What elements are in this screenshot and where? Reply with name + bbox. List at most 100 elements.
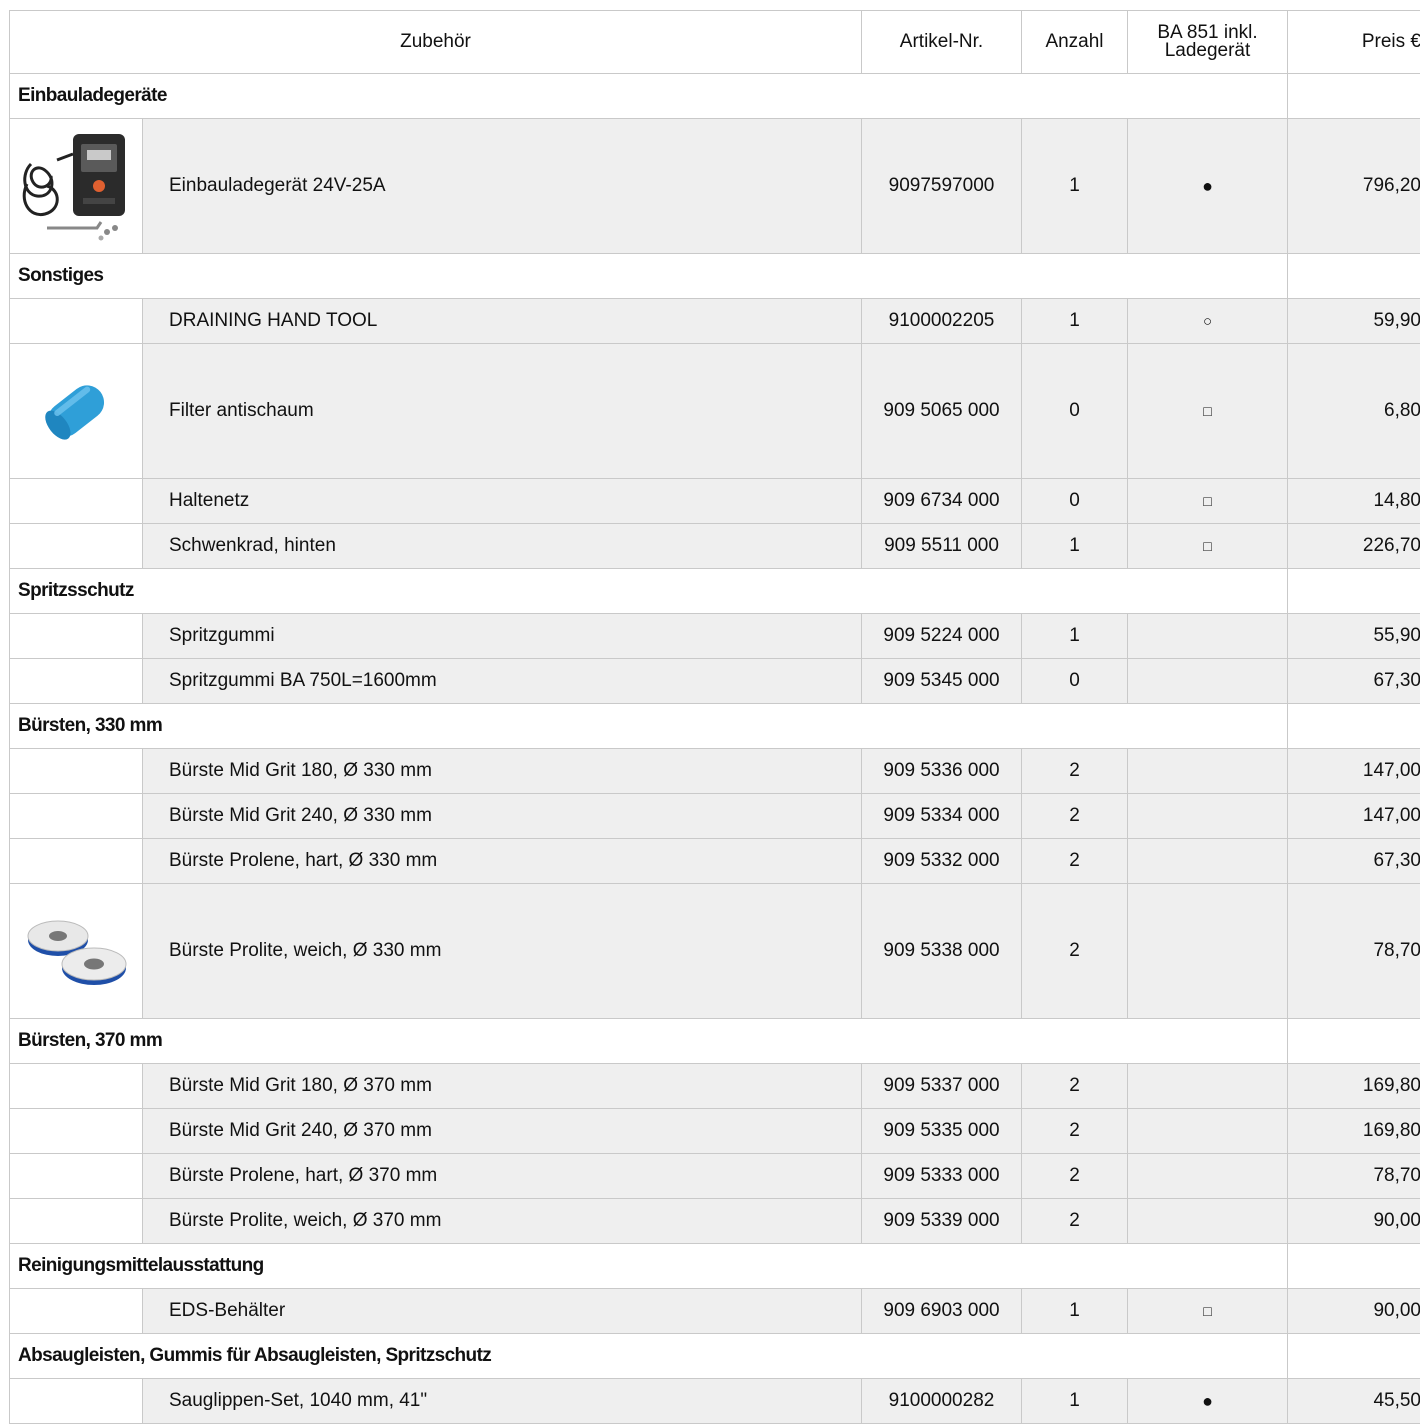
image-cell-empty	[9, 1108, 143, 1154]
item-quantity: 1	[1021, 613, 1128, 659]
category-row-einbauladegerate: Einbauladegeräte	[9, 73, 1420, 119]
item-article-number: 909 5511 000	[861, 523, 1022, 569]
table-row: Sauglippen-Set, 1040 mm, 41" 9100000282 1 ●…	[9, 1378, 1420, 1424]
image-cell-empty	[9, 838, 143, 884]
item-price: 147,00	[1287, 793, 1420, 839]
item-article-number: 909 6734 000	[861, 478, 1022, 524]
category-price-empty	[1287, 1018, 1420, 1064]
item-name: Bürste Prolite, weich, Ø 370 mm	[142, 1198, 862, 1244]
item-price: 78,70	[1287, 883, 1420, 1019]
table-row: Bürste Mid Grit 180, Ø 330 mm 909 5336 00…	[9, 748, 1420, 794]
brush-pads-image	[9, 883, 143, 1019]
item-article-number: 909 5336 000	[861, 748, 1022, 794]
image-cell-empty	[9, 613, 143, 659]
item-name: Bürste Prolite, weich, Ø 330 mm	[142, 883, 862, 1019]
item-ba851-mark: □	[1127, 343, 1288, 479]
item-name: Einbauladegerät 24V-25A	[142, 118, 862, 254]
item-ba851-mark	[1127, 1153, 1288, 1199]
item-article-number: 9100002205	[861, 298, 1022, 344]
item-price: 6,80	[1287, 343, 1420, 479]
col-header-ba851: BA 851 inkl. Ladegerät	[1127, 10, 1288, 74]
ba-header-line2: Ladegerät	[1164, 40, 1251, 61]
table-row: Bürste Mid Grit 240, Ø 370 mm 909 5335 00…	[9, 1108, 1420, 1154]
item-article-number: 909 6903 000	[861, 1288, 1022, 1334]
category-price-empty	[1287, 1333, 1420, 1379]
table-row: Bürste Mid Grit 180, Ø 370 mm 909 5337 00…	[9, 1063, 1420, 1109]
item-price: 90,00	[1287, 1198, 1420, 1244]
item-quantity: 1	[1021, 1378, 1128, 1424]
item-ba851-mark: □	[1127, 1288, 1288, 1334]
image-cell-empty	[9, 523, 143, 569]
image-cell-empty	[9, 793, 143, 839]
item-name: Haltenetz	[142, 478, 862, 524]
item-quantity: 2	[1021, 838, 1128, 884]
category-row-bursten-370-mm: Bürsten, 370 mm	[9, 1018, 1420, 1064]
item-quantity: 2	[1021, 1198, 1128, 1244]
item-ba851-mark	[1127, 838, 1288, 884]
table-row: Bürste Prolene, hart, Ø 330 mm 909 5332 0…	[9, 838, 1420, 884]
item-price: 169,80	[1287, 1063, 1420, 1109]
item-name: Sauglippen-Set, 1040 mm, 41"	[142, 1378, 862, 1424]
brush-pads-icon	[27, 920, 127, 985]
item-name: Bürste Mid Grit 240, Ø 370 mm	[142, 1108, 862, 1154]
item-article-number: 909 5333 000	[861, 1153, 1022, 1199]
item-ba851-mark	[1127, 1063, 1288, 1109]
category-title: Absaugleisten, Gummis für Absaugleisten,…	[9, 1333, 1288, 1379]
item-name: DRAINING HAND TOOL	[142, 298, 862, 344]
item-price: 59,90	[1287, 298, 1420, 344]
category-row-absaugleisten-gummis-fur-absaugleisten-spritzschutz: Absaugleisten, Gummis für Absaugleisten,…	[9, 1333, 1420, 1379]
item-price: 169,80	[1287, 1108, 1420, 1154]
item-price: 67,30	[1287, 658, 1420, 704]
item-article-number: 9100000282	[861, 1378, 1022, 1424]
item-name: EDS-Behälter	[142, 1288, 862, 1334]
item-quantity: 2	[1021, 1153, 1128, 1199]
item-quantity: 0	[1021, 343, 1128, 479]
image-cell-empty	[9, 748, 143, 794]
item-price: 14,80	[1287, 478, 1420, 524]
item-price: 67,30	[1287, 838, 1420, 884]
item-quantity: 2	[1021, 748, 1128, 794]
image-cell-empty	[9, 298, 143, 344]
category-price-empty	[1287, 568, 1420, 614]
item-price: 55,90	[1287, 613, 1420, 659]
category-title: Bürsten, 370 mm	[9, 1018, 1288, 1064]
category-row-spritzsschutz: Spritzsschutz	[9, 568, 1420, 614]
table-row: EDS-Behälter 909 6903 000 1 □ 90,00	[9, 1288, 1420, 1334]
col-header-preis: Preis €	[1287, 10, 1420, 74]
item-article-number: 909 5345 000	[861, 658, 1022, 704]
item-ba851-mark	[1127, 658, 1288, 704]
item-name: Bürste Mid Grit 180, Ø 370 mm	[142, 1063, 862, 1109]
table-row: Spritzgummi BA 750L=1600mm 909 5345 000 0 6…	[9, 658, 1420, 704]
item-quantity: 1	[1021, 1288, 1128, 1334]
item-price: 147,00	[1287, 748, 1420, 794]
category-price-empty	[1287, 73, 1420, 119]
item-name: Bürste Mid Grit 240, Ø 330 mm	[142, 793, 862, 839]
item-name: Bürste Prolene, hart, Ø 370 mm	[142, 1153, 862, 1199]
table-row: Bürste Mid Grit 240, Ø 330 mm 909 5334 00…	[9, 793, 1420, 839]
item-ba851-mark: □	[1127, 478, 1288, 524]
table-row: Bürste Prolite, weich, Ø 330 mm 909 5338 …	[9, 883, 1420, 1019]
image-cell-empty	[9, 478, 143, 524]
item-ba851-mark: ●	[1127, 118, 1288, 254]
category-row-sonstiges: Sonstiges	[9, 253, 1420, 299]
item-quantity: 0	[1021, 478, 1128, 524]
foam-filter-image	[9, 343, 143, 479]
item-name: Filter antischaum	[142, 343, 862, 479]
table-row: Haltenetz 909 6734 000 0 □ 14,80	[9, 478, 1420, 524]
col-header-artikel: Artikel-Nr.	[861, 10, 1022, 74]
item-ba851-mark	[1127, 793, 1288, 839]
item-quantity: 1	[1021, 523, 1128, 569]
item-article-number: 909 5338 000	[861, 883, 1022, 1019]
image-cell-empty	[9, 1378, 143, 1424]
category-price-empty	[1287, 703, 1420, 749]
image-cell-empty	[9, 1198, 143, 1244]
item-quantity: 1	[1021, 298, 1128, 344]
item-ba851-mark: ○	[1127, 298, 1288, 344]
category-price-empty	[1287, 1243, 1420, 1289]
table-row: Einbauladegerät 24V-25A 9097597000 1 ● 796,2…	[9, 118, 1420, 254]
item-article-number: 909 5065 000	[861, 343, 1022, 479]
item-ba851-mark: ●	[1127, 1378, 1288, 1424]
category-title: Spritzsschutz	[9, 568, 1288, 614]
item-ba851-mark	[1127, 883, 1288, 1019]
item-price: 796,20	[1287, 118, 1420, 254]
